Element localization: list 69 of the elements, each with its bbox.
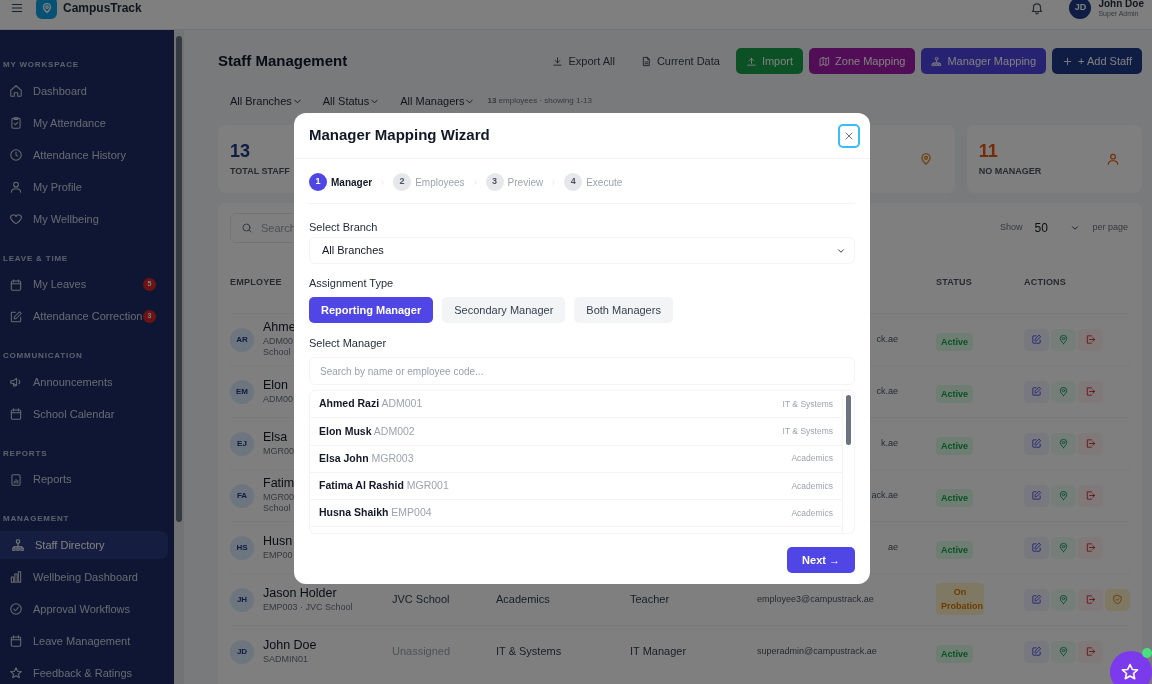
email-cell-text: employee3@campustrack.ae (757, 592, 875, 606)
column-header: ACTIONS (1024, 276, 1067, 290)
show-label: Show (999, 221, 1023, 235)
stat-value: 13 (230, 140, 252, 163)
section-title: REPORTS (2, 447, 49, 460)
department-label: IT & Systems (782, 397, 833, 411)
avatar: HS (230, 535, 254, 560)
employee-name: Husn (263, 534, 293, 550)
app-name: CampusTrack (63, 0, 142, 17)
column-header: EMPLOYEE (230, 276, 282, 290)
status-badge: Active (936, 384, 973, 403)
employee-code: ADM00 (263, 393, 293, 405)
department-label: Academics (791, 479, 833, 493)
section-title: MY WORKSPACE (2, 59, 80, 71)
status-badge: On Probation (936, 583, 984, 615)
stat-value: 11 (978, 140, 999, 163)
employee-name: Ahme (263, 320, 296, 337)
email-cell-text: k.ae (881, 436, 898, 450)
stat-label: NO MANAGER (978, 164, 1042, 178)
email-cell-text: ck.ae (876, 384, 898, 398)
avatar: AR (230, 327, 254, 352)
email-cell-text: ck.ae (876, 332, 898, 346)
department-cell-text: IT & Systems (496, 644, 563, 660)
status-badge: Active (936, 332, 973, 351)
employee-code: ADM00 (263, 336, 294, 348)
per-page-label: per page (1092, 221, 1128, 235)
department-cell-text: Academics (496, 592, 551, 608)
employee-code: MGR00 (263, 445, 294, 457)
employee-code: EMP003 · JVC School (263, 601, 353, 613)
email-cell-text: superadmin@campustrack.ae (757, 644, 878, 658)
employee-name: Jason Holder (263, 586, 338, 602)
user-name: John Doe (1098, 0, 1144, 9)
employee-code: SADMIN01 (263, 653, 309, 665)
status-badge: Active (936, 436, 973, 455)
section-title: COMMUNICATION (2, 350, 84, 362)
employee-count: 13 employees · showing 1-13 (487, 95, 592, 107)
department-label: Academics (791, 452, 833, 466)
avatar: FA (230, 483, 254, 508)
employee-name: John Doe (263, 638, 317, 654)
email-cell-text: ae (888, 540, 898, 554)
section-title: LEAVE & TIME (2, 252, 69, 265)
employee-name: Elsa (263, 430, 289, 446)
employee-code: MGR00 (263, 492, 295, 504)
section-title: MANAGEMENT (2, 513, 71, 525)
field-label: Select Branch (309, 220, 379, 234)
department-label: Academics (791, 506, 833, 520)
avatar: EJ (230, 431, 254, 456)
status-badge: Active (936, 488, 973, 507)
stat-label: TOTAL STAFF (230, 164, 290, 178)
status-badge: Active (936, 644, 973, 663)
email-cell-text: ack.ae (871, 488, 898, 502)
employee-name: Fatim (263, 476, 295, 493)
employee-school: School (263, 503, 292, 515)
field-label: Select Manager (309, 336, 388, 350)
column-header: STATUS (936, 276, 972, 290)
employee-school: School (263, 347, 292, 359)
employee-name: Elon (263, 378, 290, 394)
status-badge: Active (936, 540, 973, 559)
field-label: Assignment Type (309, 276, 395, 290)
avatar: JH (230, 587, 254, 612)
dialog-title: Manager Mapping Wizard (309, 125, 490, 146)
branch-cell-text: JVC School (392, 592, 451, 608)
avatar: EM (230, 379, 254, 404)
department-label: IT & Systems (782, 425, 833, 438)
employee-code: EMP00 (263, 549, 293, 561)
role-cell-text: IT Manager (630, 644, 688, 660)
page-title: Staff Management (218, 50, 348, 71)
avatar: JD (230, 639, 254, 664)
role-cell-text: Teacher (630, 592, 671, 608)
